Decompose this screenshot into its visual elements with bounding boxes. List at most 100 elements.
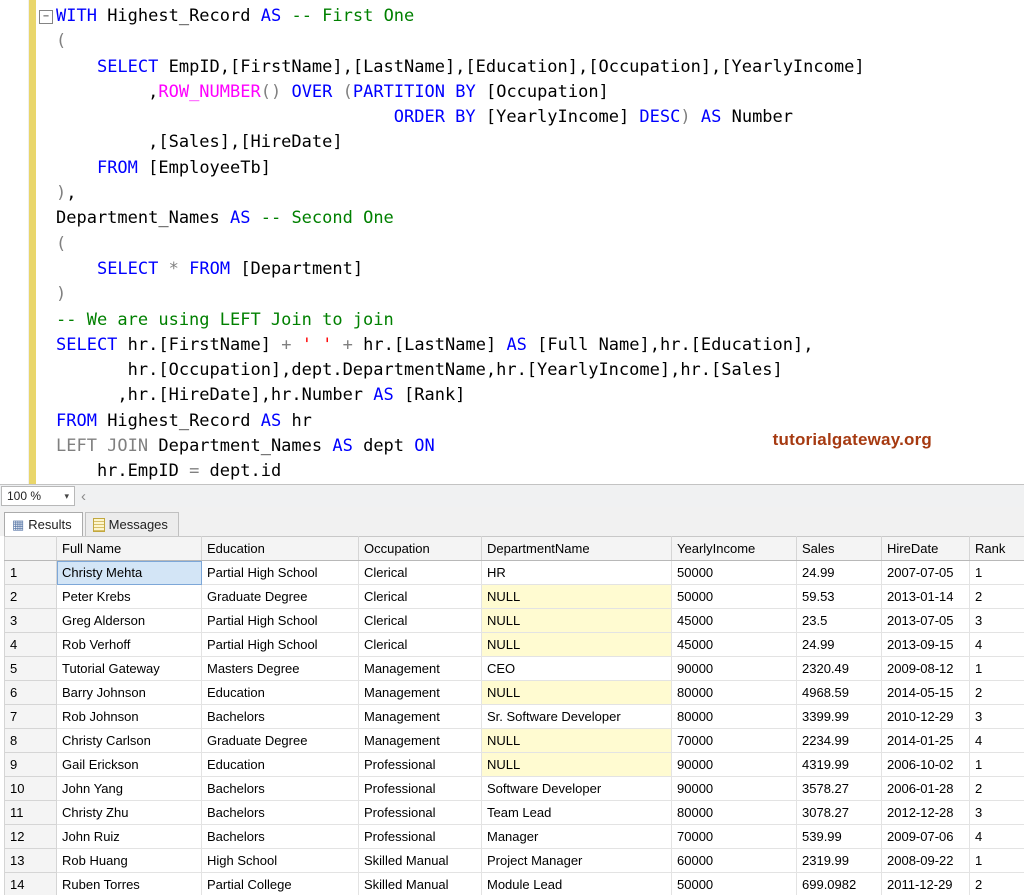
grid-cell[interactable]: 80000 xyxy=(672,705,797,729)
grid-cell[interactable]: 1 xyxy=(970,753,1024,777)
grid-cell[interactable]: 2 xyxy=(970,873,1024,895)
code-line[interactable]: ( xyxy=(56,29,1024,54)
grid-cell[interactable]: Clerical xyxy=(359,561,482,585)
grid-cell[interactable]: Partial College xyxy=(202,873,359,895)
grid-cell[interactable]: Partial High School xyxy=(202,561,359,585)
grid-cell[interactable]: Partial High School xyxy=(202,633,359,657)
row-number[interactable]: 13 xyxy=(5,849,57,873)
grid-cell[interactable]: 60000 xyxy=(672,849,797,873)
grid-cell[interactable]: 45000 xyxy=(672,633,797,657)
column-header[interactable]: HireDate xyxy=(882,537,970,561)
grid-cell[interactable]: Tutorial Gateway xyxy=(57,657,202,681)
grid-cell[interactable]: Management xyxy=(359,681,482,705)
grid-cell[interactable]: 2319.99 xyxy=(797,849,882,873)
grid-cell[interactable]: 2011-12-29 xyxy=(882,873,970,895)
grid-cell[interactable]: Partial High School xyxy=(202,609,359,633)
grid-cell[interactable]: 2006-10-02 xyxy=(882,753,970,777)
grid-cell[interactable]: Sr. Software Developer xyxy=(482,705,672,729)
grid-cell[interactable]: 699.0982 xyxy=(797,873,882,895)
grid-cell[interactable]: Christy Mehta xyxy=(57,561,202,585)
grid-cell[interactable]: NULL xyxy=(482,609,672,633)
row-number[interactable]: 2 xyxy=(5,585,57,609)
grid-cell[interactable]: Bachelors xyxy=(202,777,359,801)
grid-cell[interactable]: 24.99 xyxy=(797,561,882,585)
grid-cell[interactable]: Professional xyxy=(359,753,482,777)
grid-cell[interactable]: Bachelors xyxy=(202,801,359,825)
code-line[interactable]: hr.EmpID = dept.id xyxy=(56,459,1024,484)
grid-cell[interactable]: Software Developer xyxy=(482,777,672,801)
grid-cell[interactable]: Bachelors xyxy=(202,825,359,849)
grid-cell[interactable]: 3399.99 xyxy=(797,705,882,729)
row-number[interactable]: 12 xyxy=(5,825,57,849)
column-header[interactable]: Rank xyxy=(970,537,1024,561)
row-number[interactable]: 5 xyxy=(5,657,57,681)
grid-cell[interactable]: Module Lead xyxy=(482,873,672,895)
grid-cell[interactable]: Clerical xyxy=(359,633,482,657)
grid-cell[interactable]: Manager xyxy=(482,825,672,849)
row-number[interactable]: 11 xyxy=(5,801,57,825)
grid-cell[interactable]: 70000 xyxy=(672,825,797,849)
code-line[interactable]: FROM [EmployeeTb] xyxy=(56,156,1024,181)
grid-cell[interactable]: Professional xyxy=(359,825,482,849)
collapse-toggle-icon[interactable]: − xyxy=(39,10,53,24)
row-number[interactable]: 9 xyxy=(5,753,57,777)
grid-cell[interactable]: 90000 xyxy=(672,753,797,777)
grid-cell[interactable]: Skilled Manual xyxy=(359,873,482,895)
code-line[interactable]: −WITH Highest_Record AS -- First One xyxy=(56,4,1024,29)
grid-cell[interactable]: 24.99 xyxy=(797,633,882,657)
grid-cell[interactable]: Clerical xyxy=(359,609,482,633)
grid-cell[interactable]: Education xyxy=(202,681,359,705)
zoom-dropdown[interactable]: 100 % ▾ xyxy=(1,486,75,506)
grid-cell[interactable]: Christy Carlson xyxy=(57,729,202,753)
code-line[interactable]: SELECT * FROM [Department] xyxy=(56,257,1024,282)
grid-cell[interactable]: 2014-05-15 xyxy=(882,681,970,705)
grid-cell[interactable]: 50000 xyxy=(672,873,797,895)
code-line[interactable]: ,hr.[HireDate],hr.Number AS [Rank] xyxy=(56,383,1024,408)
grid-cell[interactable]: 50000 xyxy=(672,585,797,609)
grid-cell[interactable]: Graduate Degree xyxy=(202,585,359,609)
grid-cell[interactable]: 4968.59 xyxy=(797,681,882,705)
code-line[interactable]: SELECT hr.[FirstName] + ' ' + hr.[LastNa… xyxy=(56,333,1024,358)
grid-cell[interactable]: Peter Krebs xyxy=(57,585,202,609)
code-line[interactable]: ,[Sales],[HireDate] xyxy=(56,130,1024,155)
grid-cell[interactable]: 2009-08-12 xyxy=(882,657,970,681)
column-header[interactable]: Sales xyxy=(797,537,882,561)
grid-cell[interactable]: 50000 xyxy=(672,561,797,585)
grid-cell[interactable]: John Ruiz xyxy=(57,825,202,849)
grid-cell[interactable]: 3 xyxy=(970,801,1024,825)
grid-cell[interactable]: NULL xyxy=(482,681,672,705)
grid-cell[interactable]: 45000 xyxy=(672,609,797,633)
grid-cell[interactable]: 2009-07-06 xyxy=(882,825,970,849)
grid-cell[interactable]: 1 xyxy=(970,657,1024,681)
column-header[interactable]: Education xyxy=(202,537,359,561)
grid-cell[interactable]: 2013-09-15 xyxy=(882,633,970,657)
code-line[interactable]: ) xyxy=(56,282,1024,307)
grid-cell[interactable]: 3 xyxy=(970,705,1024,729)
grid-cell[interactable]: Christy Zhu xyxy=(57,801,202,825)
grid-cell[interactable]: 3078.27 xyxy=(797,801,882,825)
row-number[interactable]: 1 xyxy=(5,561,57,585)
grid-cell[interactable]: NULL xyxy=(482,633,672,657)
grid-cell[interactable]: Management xyxy=(359,705,482,729)
grid-cell[interactable]: 23.5 xyxy=(797,609,882,633)
grid-cell[interactable]: 4 xyxy=(970,825,1024,849)
grid-cell[interactable]: 3 xyxy=(970,609,1024,633)
code-line[interactable]: hr.[Occupation],dept.DepartmentName,hr.[… xyxy=(56,358,1024,383)
grid-cell[interactable]: 2013-07-05 xyxy=(882,609,970,633)
grid-cell[interactable]: 2234.99 xyxy=(797,729,882,753)
column-header[interactable]: DepartmentName xyxy=(482,537,672,561)
grid-cell[interactable]: 2012-12-28 xyxy=(882,801,970,825)
grid-cell[interactable]: CEO xyxy=(482,657,672,681)
grid-cell[interactable]: 2010-12-29 xyxy=(882,705,970,729)
grid-cell[interactable]: 70000 xyxy=(672,729,797,753)
grid-cell[interactable]: Management xyxy=(359,657,482,681)
grid-cell[interactable]: 2 xyxy=(970,777,1024,801)
grid-cell[interactable]: Gail Erickson xyxy=(57,753,202,777)
row-number[interactable]: 3 xyxy=(5,609,57,633)
grid-cell[interactable]: 4 xyxy=(970,633,1024,657)
grid-cell[interactable]: Rob Huang xyxy=(57,849,202,873)
horizontal-scrollbar[interactable]: ‹ xyxy=(75,485,1024,507)
grid-cell[interactable]: Rob Johnson xyxy=(57,705,202,729)
row-number[interactable]: 4 xyxy=(5,633,57,657)
code-line[interactable]: ORDER BY [YearlyIncome] DESC) AS Number xyxy=(56,105,1024,130)
